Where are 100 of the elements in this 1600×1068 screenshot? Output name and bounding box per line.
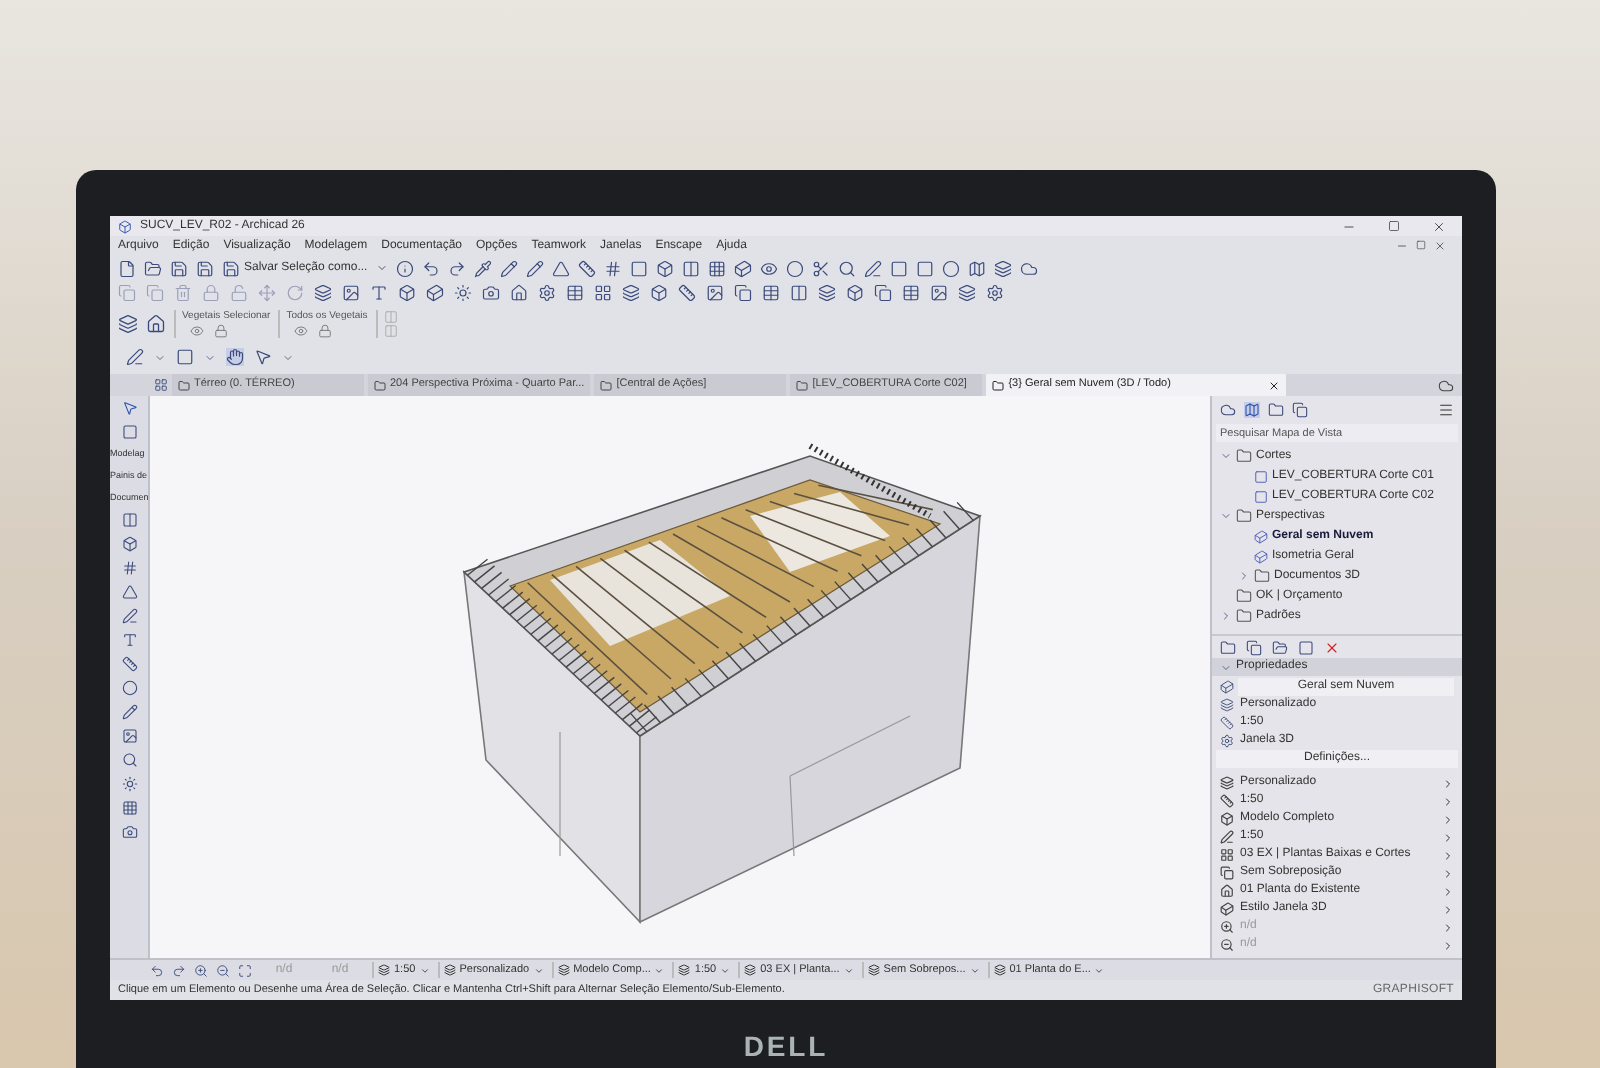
table-icon[interactable]: [902, 283, 920, 301]
folder-icon: [600, 379, 613, 391]
square-icon[interactable]: [176, 348, 194, 366]
layers-icon[interactable]: [118, 314, 138, 334]
cloud-icon[interactable]: [1019, 259, 1038, 277]
open-folder-icon[interactable]: [1272, 639, 1288, 655]
cube-icon[interactable]: [1220, 679, 1234, 693]
lock-icon[interactable]: [318, 324, 333, 339]
maximize-icon[interactable]: [1416, 240, 1426, 250]
settings-icon[interactable]: [986, 283, 1004, 301]
layers-icon[interactable]: [314, 283, 332, 301]
eye-icon[interactable]: [294, 324, 309, 339]
eye-icon[interactable]: [190, 324, 204, 339]
zoom-in-icon[interactable]: [194, 963, 208, 977]
zoom-out-icon[interactable]: [216, 963, 230, 977]
columns-icon[interactable]: [790, 283, 808, 301]
house-icon[interactable]: [146, 314, 166, 334]
grid-icon[interactable]: [603, 259, 622, 277]
open-folder-icon[interactable]: [144, 259, 162, 277]
settings-icon[interactable]: [538, 283, 556, 301]
copy-icon[interactable]: [1292, 402, 1308, 418]
undo-icon[interactable]: [421, 259, 440, 277]
info-icon[interactable]: [395, 259, 414, 277]
undo-icon[interactable]: [150, 963, 164, 977]
close-icon[interactable]: [1268, 379, 1281, 391]
square-icon[interactable]: [629, 259, 648, 277]
delete-icon[interactable]: [1324, 639, 1340, 655]
layers-icon[interactable]: [958, 283, 976, 301]
camera-icon[interactable]: [482, 283, 500, 301]
lock-icon[interactable]: [214, 324, 228, 339]
pipette-icon[interactable]: [473, 259, 492, 277]
hand-icon[interactable]: [226, 348, 244, 366]
copy-icon[interactable]: [1246, 639, 1262, 655]
folder-icon[interactable]: [1268, 402, 1284, 418]
cloud-icon[interactable]: [1438, 377, 1454, 393]
pencil-icon[interactable]: [499, 259, 518, 277]
columns-icon[interactable]: [681, 259, 700, 277]
search-icon[interactable]: [121, 752, 137, 769]
square-icon[interactable]: [915, 259, 934, 277]
copy-icon[interactable]: [734, 283, 752, 301]
layers-icon[interactable]: [818, 283, 836, 301]
search-icon[interactable]: [837, 259, 856, 277]
redo-icon[interactable]: [172, 963, 186, 977]
arrow-icon[interactable]: [254, 348, 272, 366]
line-icon[interactable]: [863, 259, 882, 277]
layers-icon: [867, 964, 880, 976]
save-icon[interactable]: [170, 259, 188, 277]
cube-icon[interactable]: [426, 283, 444, 301]
caret-icon: [843, 965, 854, 975]
folder-icon: [1254, 568, 1270, 584]
grid-icon[interactable]: [154, 378, 168, 392]
maximize-icon[interactable]: [1388, 219, 1400, 231]
image-icon[interactable]: [706, 283, 724, 301]
pen-icon[interactable]: [126, 348, 144, 366]
box-icon[interactable]: [398, 283, 416, 301]
pencil-icon[interactable]: [121, 704, 137, 721]
circle-icon[interactable]: [941, 259, 960, 277]
house-icon[interactable]: [510, 283, 528, 301]
caret-icon: [720, 965, 731, 975]
folder-icon[interactable]: [1220, 639, 1236, 655]
square-icon[interactable]: [889, 259, 908, 277]
line-icon[interactable]: [121, 608, 137, 625]
grid-icon[interactable]: [707, 259, 726, 277]
box-icon[interactable]: [846, 283, 864, 301]
sun-icon[interactable]: [454, 283, 472, 301]
ruler-icon[interactable]: [577, 259, 596, 277]
table-icon[interactable]: [566, 283, 584, 301]
image-icon[interactable]: [342, 283, 360, 301]
scissors-icon[interactable]: [811, 259, 830, 277]
cube-icon[interactable]: [733, 259, 752, 277]
cloud-icon[interactable]: [1220, 402, 1236, 418]
triangle-icon[interactable]: [551, 259, 570, 277]
text-icon[interactable]: [370, 283, 388, 301]
menu-icon[interactable]: [1438, 402, 1454, 418]
circle-icon[interactable]: [785, 259, 804, 277]
grid-icon[interactable]: [121, 800, 137, 817]
save-icon[interactable]: [196, 259, 214, 277]
pencil-icon[interactable]: [525, 259, 544, 277]
camera-icon[interactable]: [121, 824, 137, 841]
circle-icon[interactable]: [121, 680, 137, 697]
new-file-icon[interactable]: [118, 259, 136, 277]
view-map-icon[interactable]: [1244, 402, 1260, 418]
save-icon: [222, 259, 240, 277]
ruler-icon[interactable]: [678, 283, 696, 301]
grid-icon[interactable]: [594, 283, 612, 301]
image-icon[interactable]: [930, 283, 948, 301]
eye-icon[interactable]: [759, 259, 778, 277]
box-icon[interactable]: [650, 283, 668, 301]
layers-icon[interactable]: [622, 283, 640, 301]
arrow-icon[interactable]: [121, 400, 137, 416]
box-icon[interactable]: [655, 259, 674, 277]
sun-icon[interactable]: [121, 776, 137, 793]
text-icon[interactable]: [121, 632, 137, 649]
copy-icon[interactable]: [874, 283, 892, 301]
table-icon[interactable]: [762, 283, 780, 301]
redo-icon[interactable]: [447, 259, 466, 277]
close-icon[interactable]: [1432, 219, 1446, 233]
fit-icon[interactable]: [238, 963, 252, 977]
layers-icon[interactable]: [993, 259, 1012, 277]
map-icon[interactable]: [967, 259, 986, 277]
